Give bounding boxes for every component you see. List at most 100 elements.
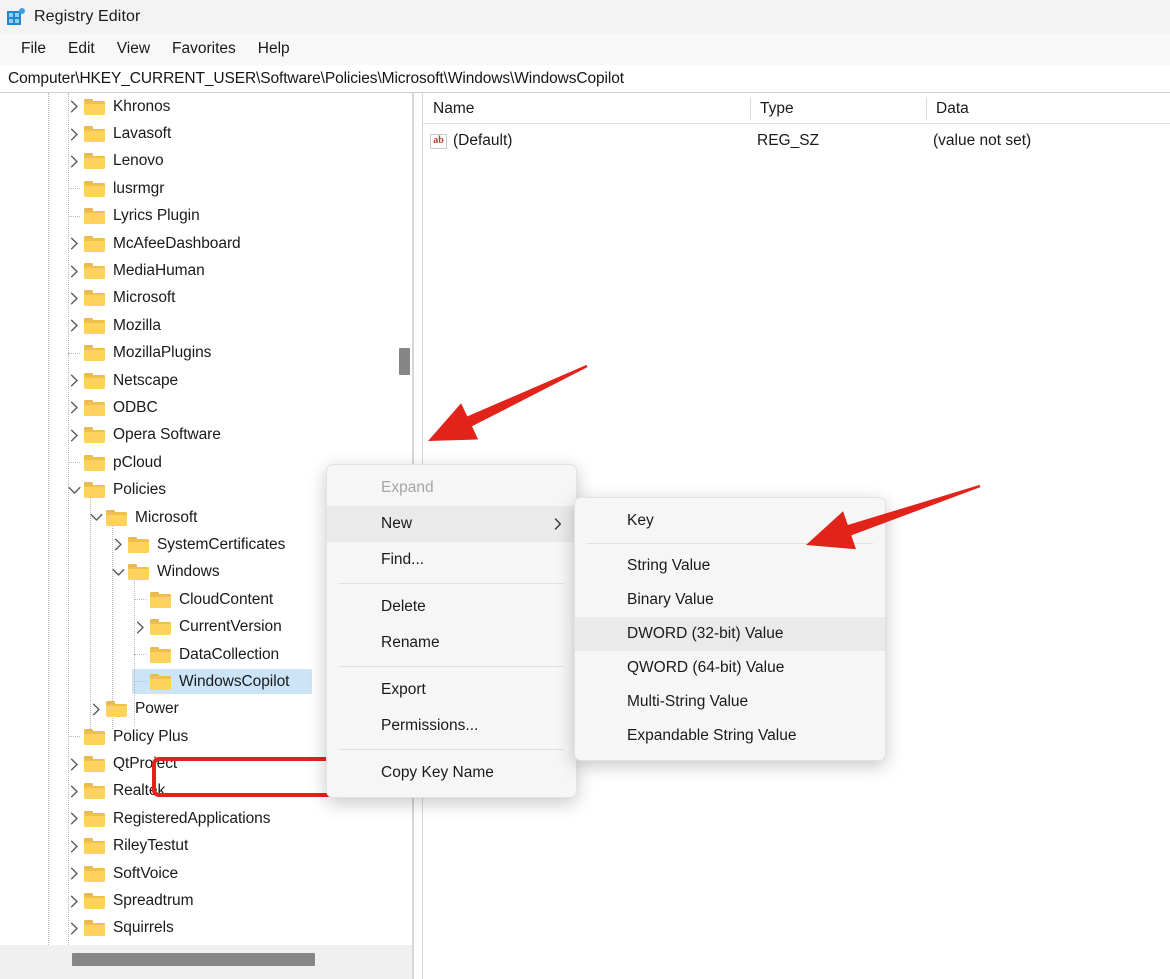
submenu-item-multi-string-value[interactable]: Multi-String Value: [575, 685, 885, 719]
chevron-right-icon[interactable]: [64, 922, 84, 935]
submenu-item-key[interactable]: Key: [575, 504, 885, 538]
tree-vertical-scrollbar-thumb[interactable]: [399, 348, 410, 375]
context-menu-item-permissions[interactable]: Permissions...: [327, 708, 576, 744]
column-divider-type[interactable]: [750, 97, 751, 120]
tree-horizontal-scrollbar[interactable]: [0, 945, 414, 979]
chevron-right-icon[interactable]: [64, 374, 84, 387]
tree-item-lenovo[interactable]: Lenovo: [0, 148, 396, 175]
column-header-type[interactable]: Type: [750, 93, 926, 124]
folder-icon: [150, 646, 171, 663]
context-menu-item-copy-key-name[interactable]: Copy Key Name: [327, 755, 576, 791]
chevron-right-icon[interactable]: [64, 758, 84, 771]
tree-item-label: RegisteredApplications: [113, 809, 271, 827]
tree-item-label: Power: [135, 700, 179, 718]
context-menu-item-label: Export: [381, 681, 426, 698]
chevron-right-icon[interactable]: [64, 319, 84, 332]
folder-icon: [84, 153, 105, 170]
submenu-separator: [587, 543, 873, 544]
tree-item-mozilla[interactable]: Mozilla: [0, 312, 396, 339]
chevron-right-icon[interactable]: [64, 429, 84, 442]
tree-item-label: McAfeeDashboard: [113, 234, 241, 252]
tree-item-mozillaplugins[interactable]: MozillaPlugins: [0, 340, 396, 367]
folder-icon: [84, 920, 105, 937]
chevron-right-icon[interactable]: [86, 703, 106, 716]
chevron-right-icon[interactable]: [64, 867, 84, 880]
chevron-down-icon[interactable]: [64, 486, 84, 495]
tree-item-opera-software[interactable]: Opera Software: [0, 422, 396, 449]
context-menu-item-export[interactable]: Export: [327, 672, 576, 708]
submenu-item-expandable-string-value[interactable]: Expandable String Value: [575, 719, 885, 753]
tree-item-label: SoftVoice: [113, 864, 179, 882]
tree-item-squirrels[interactable]: Squirrels: [0, 915, 396, 942]
tree-item-rileytestut[interactable]: RileyTestut: [0, 833, 396, 860]
chevron-down-icon[interactable]: [108, 568, 128, 577]
context-menu-item-delete[interactable]: Delete: [327, 589, 576, 625]
registry-editor-window: Registry Editor File Edit View Favorites…: [0, 0, 1170, 979]
tree-item-label: ODBC: [113, 398, 158, 416]
chevron-right-icon[interactable]: [64, 812, 84, 825]
submenu-item-label: Expandable String Value: [627, 727, 797, 744]
menu-view[interactable]: View: [106, 37, 161, 61]
tree-item-label: Spreadtrum: [113, 892, 194, 910]
tree-item-khronos[interactable]: Khronos: [0, 93, 396, 120]
chevron-right-icon[interactable]: [64, 401, 84, 414]
address-bar[interactable]: Computer\HKEY_CURRENT_USER\Software\Poli…: [0, 65, 1170, 93]
tree-item-spreadtrum[interactable]: Spreadtrum: [0, 887, 396, 914]
menu-edit[interactable]: Edit: [57, 37, 106, 61]
chevron-right-icon[interactable]: [64, 100, 84, 113]
folder-icon: [84, 180, 105, 197]
submenu-item-binary-value[interactable]: Binary Value: [575, 583, 885, 617]
submenu-item-string-value[interactable]: String Value: [575, 549, 885, 583]
context-menu-item-label: Copy Key Name: [381, 764, 494, 781]
context-menu-item-new[interactable]: New: [327, 506, 576, 542]
submenu-item-dword-32-bit-value[interactable]: DWORD (32-bit) Value: [575, 617, 885, 651]
tree-item-registeredapplications[interactable]: RegisteredApplications: [0, 805, 396, 832]
tree-item-mcafeedashboard[interactable]: McAfeeDashboard: [0, 230, 396, 257]
submenu-item-qword-64-bit-value[interactable]: QWORD (64-bit) Value: [575, 651, 885, 685]
chevron-right-icon[interactable]: [130, 621, 150, 634]
chevron-down-icon[interactable]: [86, 513, 106, 522]
tree-item-label: Microsoft: [135, 508, 198, 526]
context-menu-item-rename[interactable]: Rename: [327, 625, 576, 661]
main-content: Khronos Lavasoft Lenovo lusrmgr Lyrics Plugi…: [0, 93, 1170, 979]
table-row[interactable]: ab (Default) REG_SZ (value not set): [423, 126, 1170, 156]
folder-icon: [84, 372, 105, 389]
context-menu-item-label: Rename: [381, 634, 440, 651]
tree-item-label: Microsoft: [113, 289, 176, 307]
tree-item-netscape[interactable]: Netscape: [0, 367, 396, 394]
tree-item-odbc[interactable]: ODBC: [0, 394, 396, 421]
column-header-data-label: Data: [936, 99, 969, 117]
menu-help[interactable]: Help: [247, 37, 301, 61]
folder-icon: [128, 564, 149, 581]
context-menu-item-find[interactable]: Find...: [327, 542, 576, 578]
tree-item-microsoft[interactable]: Microsoft: [0, 285, 396, 312]
submenu-item-label: String Value: [627, 557, 711, 574]
chevron-right-icon[interactable]: [64, 155, 84, 168]
tree-horizontal-scrollbar-thumb[interactable]: [72, 953, 315, 966]
chevron-right-icon[interactable]: [64, 840, 84, 853]
column-header-name[interactable]: Name: [423, 93, 750, 124]
folder-icon: [84, 482, 105, 499]
tree-item-label: Policy Plus: [113, 727, 189, 745]
tree-item-label: WindowsCopilot: [179, 672, 290, 690]
menu-favorites[interactable]: Favorites: [161, 37, 247, 61]
chevron-right-icon[interactable]: [64, 785, 84, 798]
tree-item-lavasoft[interactable]: Lavasoft: [0, 120, 396, 147]
chevron-right-icon[interactable]: [108, 538, 128, 551]
chevron-right-icon[interactable]: [64, 292, 84, 305]
column-divider-data[interactable]: [926, 97, 927, 120]
tree-guide: [90, 493, 91, 729]
chevron-right-icon[interactable]: [64, 237, 84, 250]
tree-item-softvoice[interactable]: SoftVoice: [0, 860, 396, 887]
folder-icon: [84, 317, 105, 334]
menu-file[interactable]: File: [10, 37, 57, 61]
chevron-right-icon[interactable]: [64, 895, 84, 908]
tree-item-mediahuman[interactable]: MediaHuman: [0, 257, 396, 284]
chevron-right-icon[interactable]: [64, 265, 84, 278]
context-menu-separator: [339, 583, 564, 584]
tree-item-lusrmgr[interactable]: lusrmgr: [0, 175, 396, 202]
tree-item-lyrics-plugin[interactable]: Lyrics Plugin: [0, 203, 396, 230]
column-header-data[interactable]: Data: [926, 93, 1170, 124]
chevron-right-icon[interactable]: [64, 128, 84, 141]
folder-icon: [150, 619, 171, 636]
